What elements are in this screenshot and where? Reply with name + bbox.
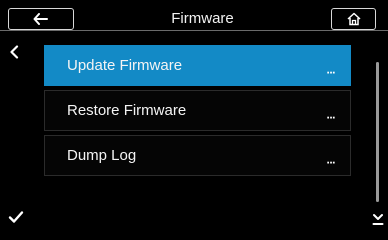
more-icon[interactable]: ... — [326, 62, 335, 76]
back-button[interactable] — [8, 8, 74, 30]
scrollbar-thumb[interactable] — [376, 62, 379, 202]
firmware-menu: Update Firmware ... Restore Firmware ...… — [44, 45, 351, 180]
chevron-down-icon[interactable] — [371, 210, 385, 228]
menu-item-restore-firmware[interactable]: Restore Firmware ... — [44, 90, 351, 131]
firmware-screen: Firmware Update Firmware ... Restore Fir… — [0, 0, 388, 240]
menu-item-update-firmware[interactable]: Update Firmware ... — [44, 45, 351, 86]
more-icon[interactable]: ... — [326, 107, 335, 121]
menu-item-dump-log[interactable]: Dump Log ... — [44, 135, 351, 176]
header-divider — [0, 30, 388, 31]
menu-item-label: Dump Log — [67, 147, 137, 164]
checkmark-icon[interactable] — [7, 209, 25, 225]
home-button[interactable] — [331, 8, 376, 30]
menu-item-label: Restore Firmware — [67, 102, 187, 119]
chevron-left-icon[interactable] — [6, 44, 22, 60]
more-icon[interactable]: ... — [326, 152, 335, 166]
menu-item-label: Update Firmware — [67, 57, 183, 74]
scrollbar[interactable] — [376, 62, 379, 202]
page-title: Firmware — [171, 10, 234, 27]
home-icon — [346, 12, 361, 26]
back-arrow-icon — [33, 13, 49, 25]
